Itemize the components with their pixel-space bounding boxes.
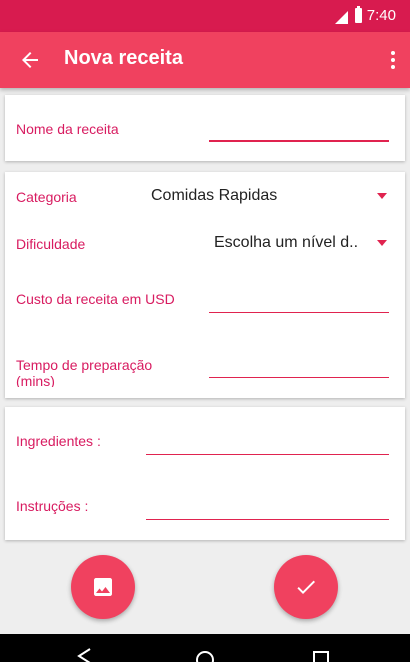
nav-recents-icon[interactable] xyxy=(312,650,330,662)
more-vert-icon[interactable] xyxy=(390,48,396,72)
category-spinner[interactable]: Comidas Rapidas xyxy=(151,187,277,205)
nav-back-icon[interactable] xyxy=(74,648,96,662)
image-icon xyxy=(94,578,112,596)
category-dropdown-icon[interactable] xyxy=(377,193,387,199)
ingredients-card: Ingredientes : Instruções : xyxy=(5,407,405,540)
category-label: Categoria xyxy=(16,189,77,205)
difficulty-label: Dificuldade xyxy=(16,236,86,252)
signal-icon xyxy=(335,11,348,24)
save-recipe-button[interactable] xyxy=(274,555,338,619)
difficulty-dropdown-icon[interactable] xyxy=(377,240,387,246)
instructions-input[interactable] xyxy=(146,519,389,520)
ingredients-label: Ingredientes : xyxy=(16,433,101,449)
prep-time-label: Tempo de preparação (mins) xyxy=(16,357,153,387)
ingredients-input[interactable] xyxy=(146,454,389,455)
battery-icon xyxy=(355,6,362,23)
check-icon xyxy=(297,580,315,594)
app-bar: Nova receita xyxy=(0,32,410,88)
page-title: Nova receita xyxy=(64,47,183,69)
system-nav-bar xyxy=(0,634,410,662)
recipe-details-card: Categoria Comidas Rapidas Dificuldade Es… xyxy=(5,172,405,398)
instructions-label: Instruções : xyxy=(16,498,89,514)
status-bar: 7:40 xyxy=(0,0,410,32)
prep-time-input[interactable] xyxy=(209,377,389,378)
cost-input[interactable] xyxy=(209,312,389,313)
cost-label: Custo da receita em USD xyxy=(16,291,175,307)
add-image-button[interactable] xyxy=(71,555,135,619)
recipe-name-input[interactable] xyxy=(209,140,389,142)
difficulty-spinner[interactable]: Escolha um nível d.. xyxy=(214,234,369,252)
recipe-name-card: Nome da receita xyxy=(5,95,405,161)
recipe-name-label: Nome da receita xyxy=(16,121,119,137)
nav-home-icon[interactable] xyxy=(193,648,217,662)
arrow-back-icon[interactable] xyxy=(18,48,42,72)
status-time: 7:40 xyxy=(366,7,396,24)
